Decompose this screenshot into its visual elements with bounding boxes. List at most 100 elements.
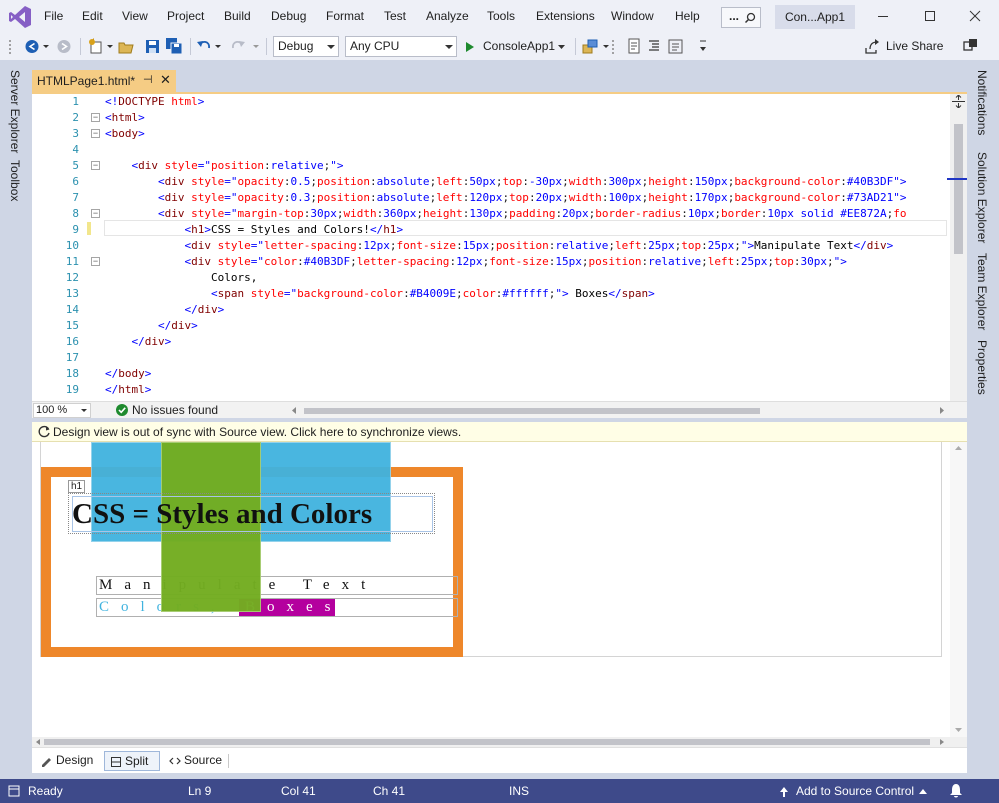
collapse-icon[interactable]: − [91, 113, 100, 122]
menu-debug[interactable]: Debug [271, 9, 306, 23]
menu-view[interactable]: View [122, 9, 148, 23]
scroll-up-icon[interactable] [954, 444, 963, 452]
back-dropdown-icon[interactable] [42, 38, 50, 55]
save-all-icon[interactable] [166, 38, 182, 55]
notification-bell-icon[interactable] [948, 783, 964, 799]
scroll-left-icon[interactable] [34, 738, 42, 746]
code-editor[interactable]: 1 2 3 4 5 6 7 8 9 10 11 12 13 14 15 16 17 18 19 − − − − − … [32, 94, 967, 401]
redo-icon[interactable] [230, 38, 246, 55]
menu-extensions[interactable]: Extensions [536, 9, 595, 23]
scroll-down-icon[interactable] [954, 726, 963, 734]
configuration-dropdown[interactable]: Debug [273, 36, 339, 57]
open-file-icon[interactable] [118, 38, 134, 55]
split-window-icon[interactable] [952, 95, 965, 108]
design-horizontal-scrollbar[interactable] [32, 737, 967, 747]
collapse-icon[interactable]: − [91, 129, 100, 138]
line-number: 3 [72, 127, 79, 140]
code-line-6: <div style="opacity:0.5;position:absolut… [157, 175, 907, 188]
chevron-up-icon[interactable] [919, 788, 927, 794]
collapse-icon[interactable]: − [91, 209, 100, 218]
scroll-left-icon[interactable] [290, 406, 298, 415]
split-view-tab[interactable]: Split [104, 751, 160, 771]
feedback-icon[interactable] [963, 38, 979, 55]
menu-window[interactable]: Window [611, 9, 654, 23]
new-project-icon[interactable] [88, 38, 104, 55]
navigate-back-icon[interactable] [24, 38, 40, 55]
maximize-button[interactable] [910, 4, 950, 28]
solution-title[interactable]: Con...App1 [775, 5, 855, 29]
menu-edit[interactable]: Edit [82, 9, 103, 23]
team-explorer-tab[interactable]: Team Explorer [975, 253, 989, 330]
undo-dropdown-icon[interactable] [214, 38, 222, 55]
menu-test[interactable]: Test [384, 9, 406, 23]
close-tab-icon[interactable]: ✕ [160, 72, 171, 88]
navigate-forward-icon[interactable] [56, 38, 72, 55]
h1-element-tag[interactable]: h1 [68, 480, 86, 493]
scroll-thumb[interactable] [954, 124, 963, 254]
source-view-tab[interactable]: Source [164, 751, 230, 771]
notifications-tab[interactable]: Notifications [975, 70, 989, 135]
collapse-icon[interactable]: − [91, 257, 100, 266]
menu-tools[interactable]: Tools [487, 9, 515, 23]
live-share-label: Live Share [886, 39, 944, 53]
char-indicator[interactable]: Ch 41 [373, 784, 405, 798]
menu-help[interactable]: Help [675, 9, 700, 23]
comment-lines-icon[interactable] [668, 38, 684, 55]
line-number: 14 [65, 303, 79, 316]
run-dropdown-icon[interactable] [558, 43, 566, 51]
browser-link-dropdown-icon[interactable] [602, 38, 610, 55]
colors-boxes-block[interactable]: Colors, Boxes [96, 598, 458, 617]
code-text[interactable]: <!DOCTYPE html> <html> <body> <div style… [105, 94, 947, 401]
menu-file[interactable]: File [44, 9, 63, 23]
editor-horizontal-scrollbar[interactable] [290, 405, 946, 416]
minimize-button[interactable] [863, 4, 903, 28]
collapse-icon[interactable]: − [91, 161, 100, 170]
sync-infobar[interactable]: Design view is out of sync with Source v… [32, 422, 967, 442]
scroll-thumb[interactable] [304, 408, 760, 414]
code-line-9: <h1>CSS = Styles and Colors!</h1> [184, 223, 404, 236]
split-view-icon [111, 757, 121, 767]
issues-label: No issues found [132, 403, 219, 417]
code-line-7: <div style="opacity:0.3;position:absolut… [157, 191, 907, 204]
design-view-tab[interactable]: Design [36, 751, 98, 771]
line-number: 13 [65, 287, 79, 300]
search-box[interactable]: ... [721, 7, 761, 28]
add-to-source-control-button[interactable]: Add to Source Control [796, 784, 914, 798]
design-surface[interactable]: Manipulate Text Colors, Boxes h1 CSS = S… [32, 442, 950, 737]
scroll-right-icon[interactable] [938, 406, 946, 415]
visual-studio-logo[interactable] [8, 5, 32, 29]
menu-analyze[interactable]: Analyze [426, 9, 469, 23]
menu-build[interactable]: Build [224, 9, 251, 23]
column-indicator[interactable]: Col 41 [281, 784, 316, 798]
editor-vertical-scrollbar[interactable] [950, 94, 967, 401]
menu-project[interactable]: Project [167, 9, 204, 23]
properties-tab[interactable]: Properties [975, 340, 989, 395]
scroll-thumb[interactable] [44, 739, 930, 745]
document-outline-icon[interactable] [626, 38, 642, 55]
close-window-button[interactable] [955, 4, 995, 28]
start-debugging-button[interactable]: ConsoleApp1 [462, 36, 572, 57]
toolbar-overflow-icon[interactable] [697, 38, 709, 55]
save-icon[interactable] [144, 38, 160, 55]
platform-dropdown[interactable]: Any CPU [345, 36, 457, 57]
zoom-dropdown[interactable]: 100 % [33, 403, 91, 418]
document-tab[interactable]: HTMLPage1.html* ⊣ ✕ [32, 70, 176, 92]
server-explorer-tab[interactable]: Server Explorer [8, 70, 22, 153]
solution-explorer-tab[interactable]: Solution Explorer [975, 152, 989, 243]
heading-text[interactable]: CSS = Styles and Colors [72, 498, 372, 531]
browser-link-icon[interactable] [582, 38, 598, 55]
menu-format[interactable]: Format [326, 9, 364, 23]
line-number: 6 [72, 175, 79, 188]
scroll-right-icon[interactable] [938, 738, 946, 746]
line-indicator[interactable]: Ln 9 [188, 784, 211, 798]
design-vertical-scrollbar[interactable] [950, 442, 967, 737]
pin-tab-icon[interactable]: ⊣ [143, 73, 153, 86]
undo-icon[interactable] [196, 38, 212, 55]
toolbox-tab[interactable]: Toolbox [8, 160, 22, 201]
format-document-icon[interactable] [646, 38, 662, 55]
insert-mode-indicator[interactable]: INS [509, 784, 529, 798]
new-dropdown-icon[interactable] [106, 38, 114, 55]
line-number: 12 [65, 271, 79, 284]
manipulate-text-block[interactable]: Manipulate Text [96, 576, 458, 595]
redo-dropdown-icon[interactable] [252, 38, 260, 55]
